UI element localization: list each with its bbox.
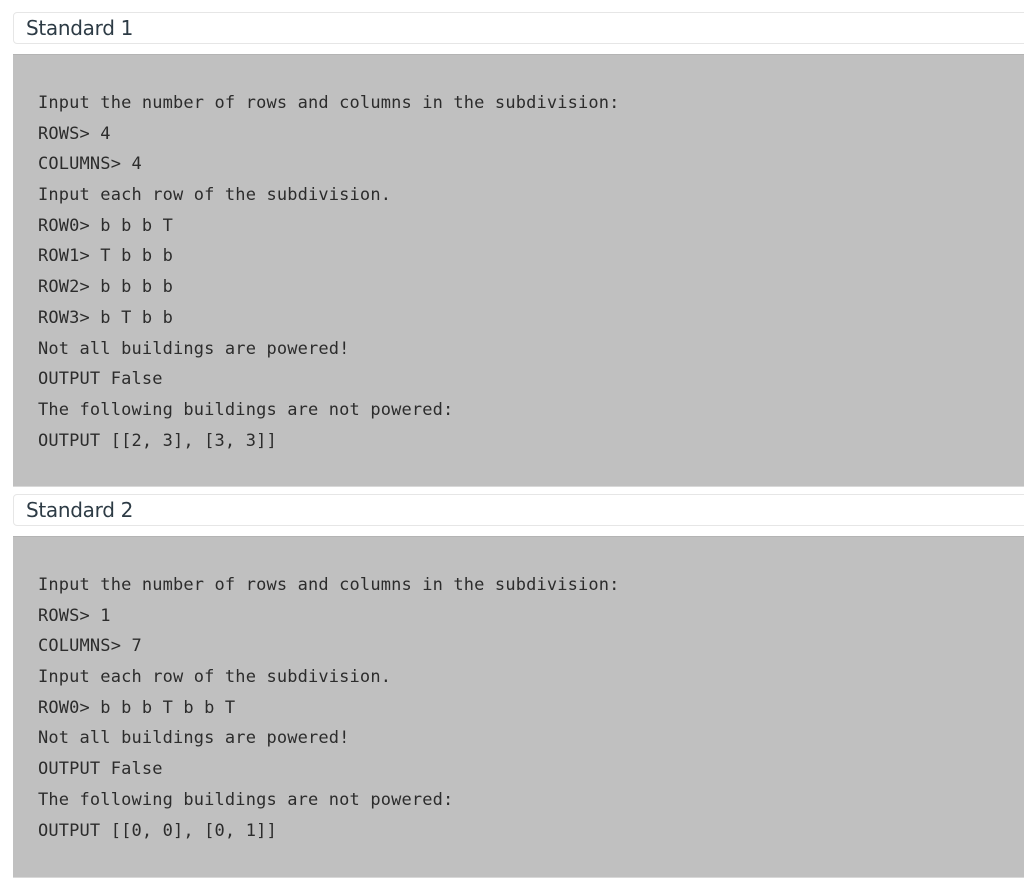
- console-line: Input each row of the subdivision.: [38, 185, 392, 206]
- console-line: Not all buildings are powered!: [38, 728, 350, 749]
- console-line: OUTPUT False: [38, 759, 163, 780]
- section-header-standard-2: Standard 2: [13, 494, 1024, 526]
- section-title: Standard 1: [26, 16, 134, 40]
- console-line: ROW1> T b b b: [38, 246, 174, 267]
- console-line: ROWS> 1: [38, 605, 111, 626]
- console-line: Input each row of the subdivision.: [38, 667, 392, 688]
- console-line: Input the number of rows and columns in …: [38, 93, 620, 113]
- console-line: ROW0> b b b T b b T: [38, 697, 236, 718]
- section-header-standard-1: Standard 1: [13, 12, 1024, 44]
- console-output-standard-1: Input the number of rows and columns in …: [13, 54, 1024, 487]
- console-line: ROWS> 4: [38, 123, 111, 144]
- console-line: OUTPUT False: [38, 369, 163, 390]
- console-line: Input the number of rows and columns in …: [38, 575, 620, 595]
- console-line: ROW0> b b b T: [38, 215, 174, 236]
- console-line: ROW3> b T b b: [38, 307, 174, 328]
- page: Standard 1 Input the number of rows and …: [0, 0, 1024, 878]
- console-line: OUTPUT [[0, 0], [0, 1]]: [38, 820, 277, 841]
- console-line: Not all buildings are powered!: [38, 338, 350, 359]
- console-line: COLUMNS> 4: [38, 154, 142, 175]
- console-line: OUTPUT [[2, 3], [3, 3]]: [38, 430, 277, 451]
- console-line: ROW2> b b b b: [38, 277, 174, 298]
- console-line: COLUMNS> 7: [38, 636, 142, 657]
- section-title: Standard 2: [26, 498, 134, 522]
- console-line: The following buildings are not powered:: [38, 399, 454, 420]
- console-output-standard-2: Input the number of rows and columns in …: [13, 536, 1024, 878]
- console-line: The following buildings are not powered:: [38, 789, 454, 810]
